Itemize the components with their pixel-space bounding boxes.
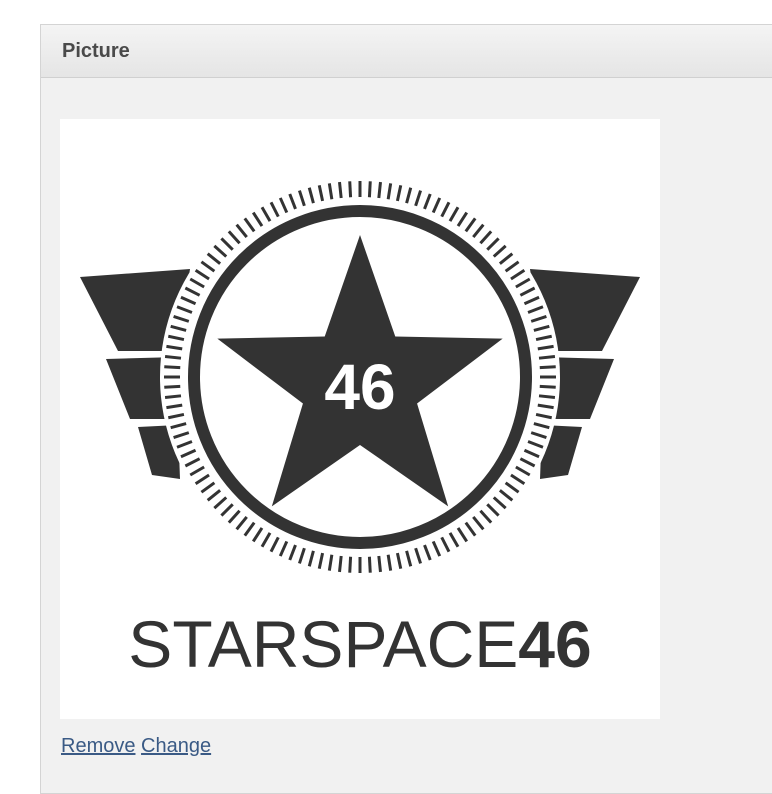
panel-title: Picture bbox=[41, 25, 772, 78]
wordmark-light: STARSPACE bbox=[128, 607, 518, 681]
wordmark-bold: 46 bbox=[518, 607, 591, 681]
change-link[interactable]: Change bbox=[141, 735, 211, 757]
logo-wordmark: STARSPACE46 bbox=[128, 607, 591, 681]
picture-preview: 46 STARSPACE46 bbox=[60, 119, 660, 719]
remove-link[interactable]: Remove bbox=[61, 735, 135, 757]
starspace46-logo: 46 STARSPACE46 bbox=[80, 177, 640, 681]
badge-number: 46 bbox=[324, 351, 395, 423]
picture-panel: Picture 46 STARSPACE46 Remove Change bbox=[40, 24, 772, 794]
picture-actions: Remove Change bbox=[61, 735, 211, 758]
